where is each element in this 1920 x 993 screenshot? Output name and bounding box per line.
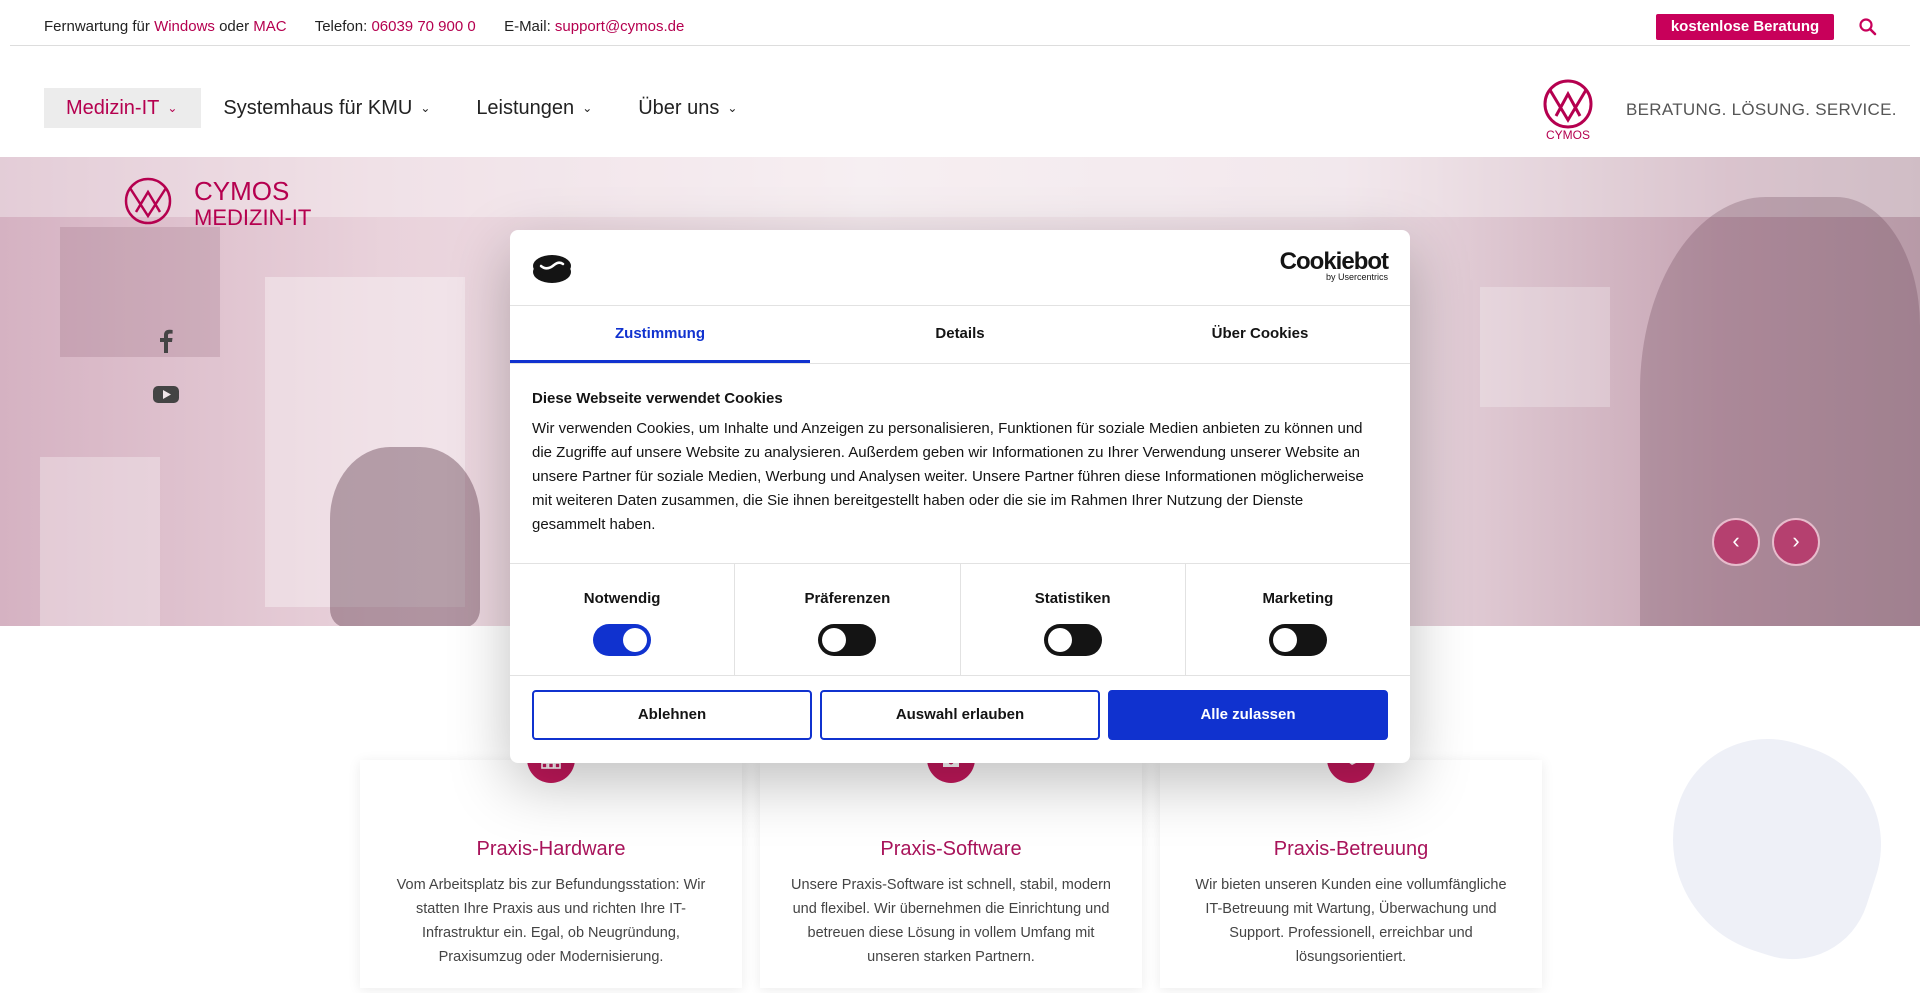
- decorative-blob: [1642, 714, 1908, 980]
- category-label: Präferenzen: [804, 590, 891, 607]
- nav-item-label: Medizin-IT: [66, 97, 160, 119]
- free-consultation-button[interactable]: kostenlose Beratung: [1656, 14, 1834, 40]
- remote-mac-link[interactable]: MAC: [253, 18, 286, 35]
- dialog-text: Wir verwenden Cookies, um Inhalte und An…: [532, 420, 1364, 533]
- search-icon[interactable]: [1858, 17, 1878, 37]
- tab-ueber-cookies[interactable]: Über Cookies: [1110, 307, 1410, 363]
- dialog-title: Diese Webseite verwendet Cookies: [532, 390, 783, 407]
- dialog-body: Diese Webseite verwendet Cookies Wir ver…: [532, 390, 1370, 537]
- contact-info: Fernwartung für Windows oder MAC Telefon…: [44, 18, 684, 35]
- card-title: Praxis-Software: [880, 838, 1022, 860]
- card-praxis-software[interactable]: Praxis-Software Unsere Praxis-Software i…: [760, 735, 1142, 988]
- card-title: Praxis-Betreuung: [1273, 838, 1429, 860]
- email-link[interactable]: support@cymos.de: [555, 18, 684, 35]
- reject-button[interactable]: Ablehnen: [532, 690, 812, 740]
- top-utility-bar: Fernwartung für Windows oder MAC Telefon…: [10, 0, 1910, 46]
- nav-item-label: Über uns: [638, 97, 720, 119]
- nav-item-leistungen[interactable]: Leistungen ⌄: [454, 88, 616, 128]
- allow-all-button[interactable]: Alle zulassen: [1108, 690, 1388, 740]
- chevron-left-icon: ‹: [1732, 528, 1740, 553]
- category-statistiken: Statistiken: [961, 564, 1186, 675]
- slogan: BERATUNG. LÖSUNG. SERVICE.: [1626, 100, 1897, 119]
- card-title: Praxis-Hardware: [476, 838, 626, 860]
- cookie-categories: Notwendig Präferenzen Statistiken Market…: [510, 563, 1410, 676]
- chevron-down-icon: ⌄: [167, 101, 178, 115]
- hero-logo-line1: CYMOS: [194, 176, 289, 206]
- chevron-down-icon: ⌄: [727, 101, 738, 115]
- tab-details[interactable]: Details: [810, 307, 1110, 363]
- category-label: Notwendig: [583, 590, 661, 607]
- category-praeferenzen: Präferenzen: [735, 564, 961, 675]
- allow-selection-button[interactable]: Auswahl erlauben: [820, 690, 1100, 740]
- remote-prefix: Fernwartung für: [44, 18, 150, 35]
- toggle-statistiken[interactable]: [1043, 624, 1102, 656]
- cookie-icon: [533, 255, 571, 283]
- slider-prev-button[interactable]: ‹: [1712, 518, 1760, 566]
- cymos-medizin-it-logo: CYMOS MEDIZIN-IT: [124, 176, 311, 230]
- cookiebot-logo[interactable]: Cookiebot by Usercentrics: [1279, 248, 1389, 283]
- phone-link[interactable]: 06039 70 900 0: [371, 18, 475, 35]
- remote-windows-link[interactable]: Windows: [154, 18, 215, 35]
- cookie-consent-dialog: Cookiebot by Usercentrics Zustimmung Det…: [510, 230, 1410, 763]
- toggle-praeferenzen[interactable]: [818, 624, 877, 656]
- main-navigation: Medizin-IT ⌄ Systemhaus für KMU ⌄ Leistu…: [44, 88, 761, 128]
- cookie-tabs: Zustimmung Details Über Cookies: [510, 307, 1410, 364]
- toggle-marketing[interactable]: [1268, 624, 1327, 656]
- email-label: E-Mail:: [504, 18, 551, 35]
- hero-logo-line2: MEDIZIN-IT: [194, 205, 311, 230]
- cymos-logo[interactable]: CYMOS: [1534, 78, 1602, 142]
- cookiebot-brand: Cookiebot: [1279, 248, 1389, 275]
- youtube-icon[interactable]: [152, 380, 180, 408]
- chevron-right-icon: ›: [1792, 528, 1800, 553]
- tab-zustimmung[interactable]: Zustimmung: [510, 307, 810, 363]
- card-praxis-hardware[interactable]: Praxis-Hardware Vom Arbeitsplatz bis zur…: [360, 735, 742, 988]
- toggle-notwendig[interactable]: [593, 624, 652, 656]
- nav-item-label: Leistungen: [476, 97, 575, 119]
- nav-item-systemhaus[interactable]: Systemhaus für KMU ⌄: [201, 88, 454, 128]
- category-label: Marketing: [1262, 590, 1334, 607]
- chevron-down-icon: ⌄: [582, 101, 593, 115]
- chevron-down-icon: ⌄: [420, 101, 431, 115]
- category-notwendig: Notwendig: [510, 564, 736, 675]
- dialog-buttons: Ablehnen Auswahl erlauben Alle zulassen: [532, 690, 1388, 740]
- dialog-header: Cookiebot by Usercentrics: [510, 230, 1410, 306]
- card-praxis-betreuung[interactable]: Praxis-Betreuung Wir bieten unseren Kund…: [1160, 735, 1542, 988]
- nav-item-label: Systemhaus für KMU: [223, 97, 413, 119]
- card-text: Wir bieten unseren Kunden eine vollumfän…: [1195, 877, 1507, 965]
- remote-or: oder: [219, 18, 250, 35]
- facebook-icon[interactable]: [152, 327, 180, 355]
- nav-item-ueber-uns[interactable]: Über uns ⌄: [616, 88, 761, 128]
- category-marketing: Marketing: [1186, 564, 1410, 675]
- card-text: Vom Arbeitsplatz bis zur Befundungsstati…: [396, 877, 706, 965]
- slider-next-button[interactable]: ›: [1772, 518, 1820, 566]
- category-label: Statistiken: [1034, 590, 1111, 607]
- phone-label: Telefon:: [314, 18, 368, 35]
- nav-item-medizin-it[interactable]: Medizin-IT ⌄: [44, 88, 202, 128]
- brand-name: CYMOS: [1546, 128, 1590, 142]
- card-text: Unsere Praxis-Software ist schnell, stab…: [791, 877, 1111, 965]
